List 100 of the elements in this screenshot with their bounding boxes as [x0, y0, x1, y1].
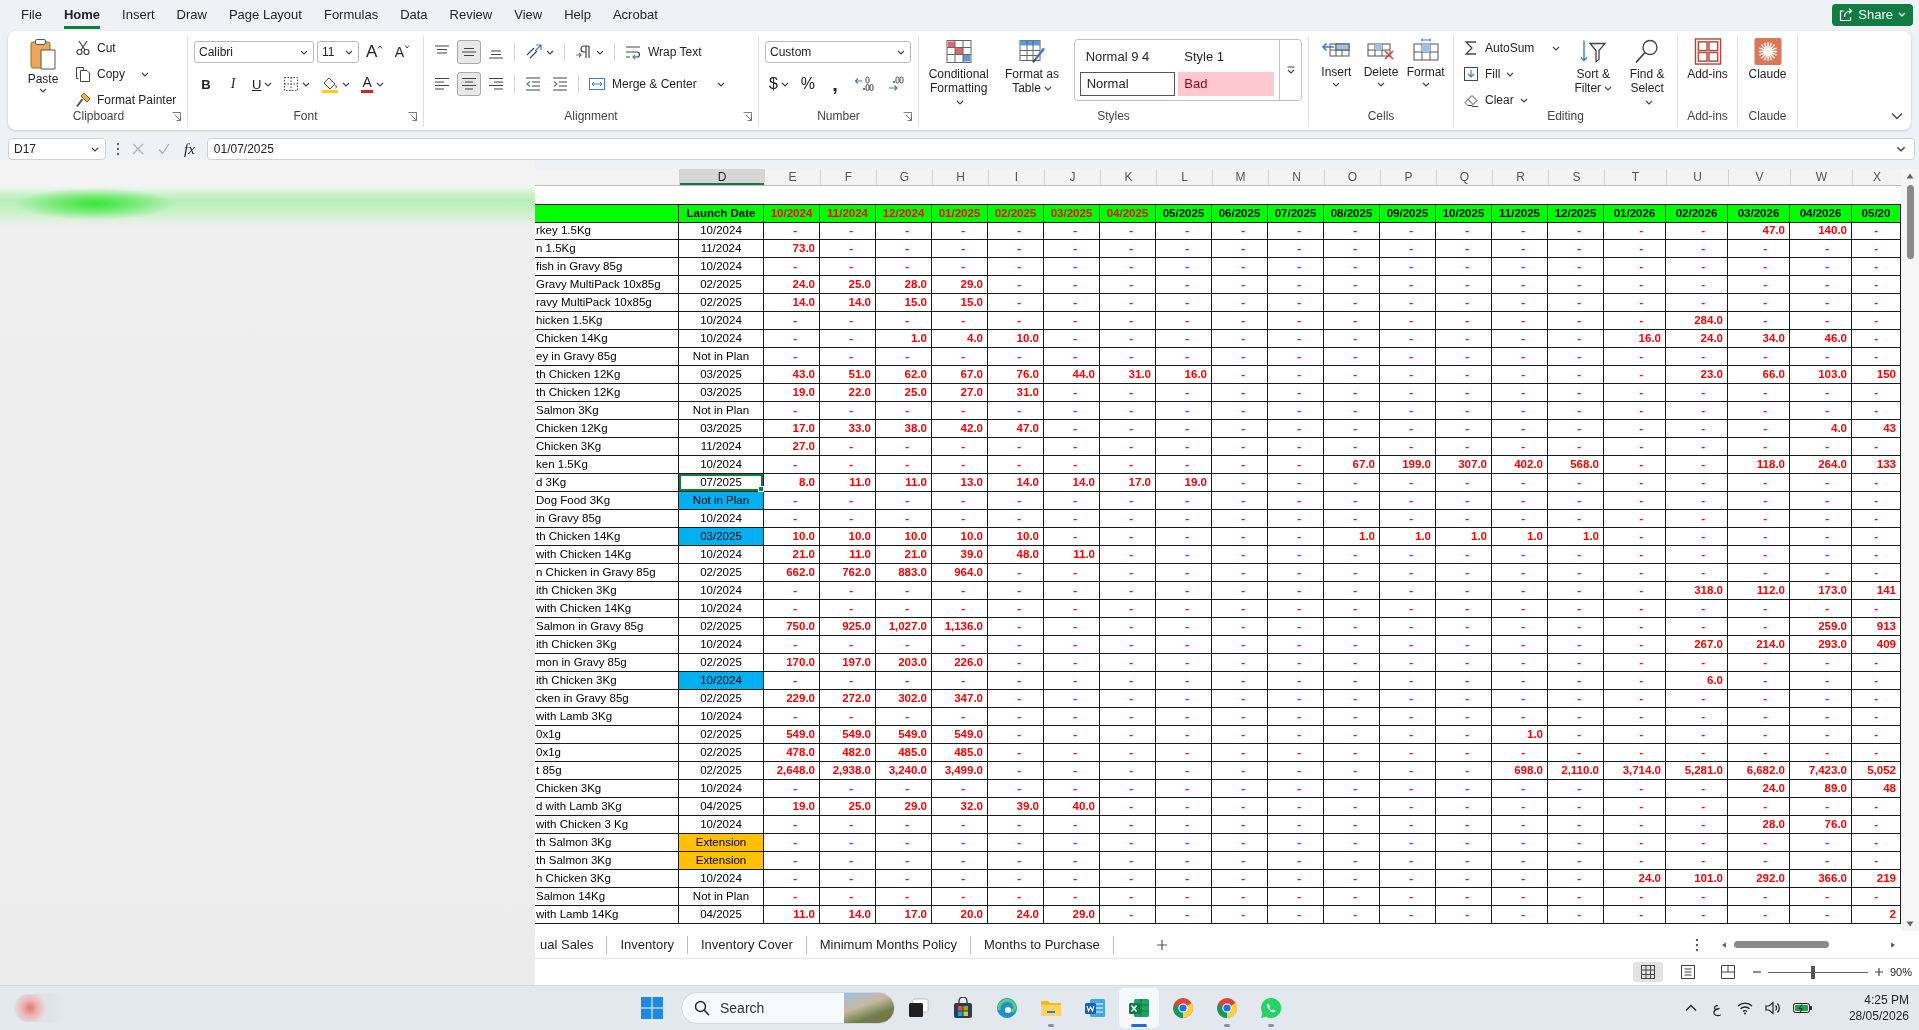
cut-button[interactable]: Cut — [72, 36, 180, 60]
sort-filter-button[interactable]: Sort & Filter — [1569, 36, 1618, 95]
battery-icon[interactable] — [1792, 1000, 1813, 1016]
vertical-dots-icon[interactable] — [1695, 937, 1699, 952]
font-size-field[interactable]: 11 — [317, 41, 359, 63]
column-header[interactable]: L — [1156, 169, 1212, 185]
column-header[interactable]: S — [1548, 169, 1604, 185]
sheet-tab[interactable]: Inventory Cover — [687, 935, 807, 954]
dialog-launcher-icon[interactable] — [903, 111, 912, 121]
format-as-table-button[interactable]: Format as Table — [998, 36, 1066, 95]
column-header[interactable]: T — [1604, 169, 1666, 185]
triangle-up-icon[interactable] — [1906, 173, 1914, 179]
column-header[interactable]: P — [1380, 169, 1436, 185]
name-box[interactable]: D17 — [8, 138, 106, 160]
plus-icon[interactable] — [1873, 967, 1884, 977]
column-header[interactable]: Q — [1436, 169, 1492, 185]
align-button[interactable] — [457, 40, 481, 64]
clear-button[interactable]: Clear — [1460, 88, 1564, 112]
merge-center-button[interactable]: Merge & Center — [585, 72, 728, 96]
cell-style-option[interactable]: Normal 9 4 — [1079, 44, 1176, 69]
wifi-icon[interactable] — [1736, 1000, 1753, 1016]
column-header[interactable]: H — [932, 169, 988, 185]
sheet-tab[interactable]: Inventory — [607, 935, 688, 954]
add-ins-button[interactable]: Add-ins — [1685, 36, 1730, 81]
column-header[interactable]: N — [1268, 169, 1324, 185]
scrollbar-thumb[interactable] — [1906, 185, 1914, 259]
clock-time[interactable]: 4:25 PM — [1864, 992, 1909, 1008]
vertical-scrollbar[interactable] — [1901, 169, 1919, 931]
shrink-font-button[interactable]: A — [390, 40, 415, 64]
fill-handle-icon[interactable] — [758, 486, 764, 492]
column-header[interactable]: M — [1212, 169, 1268, 185]
font-color-button[interactable]: A — [357, 72, 388, 96]
copy-button[interactable]: Copy — [72, 62, 180, 86]
menu-tab[interactable]: Acrobat — [612, 0, 658, 29]
claude-button[interactable]: Claude — [1746, 36, 1789, 81]
menu-tab[interactable]: Page Layout — [228, 0, 302, 29]
underline-button[interactable]: U — [248, 72, 277, 96]
column-header[interactable]: W — [1790, 169, 1852, 185]
bold-button[interactable]: B — [194, 72, 218, 96]
formula-field[interactable]: 01/07/2025 — [206, 138, 1915, 160]
chevron-up-icon[interactable] — [1684, 1002, 1697, 1014]
sheet-tab[interactable]: Minimum Months Policy — [806, 935, 971, 954]
grow-font-button[interactable]: A — [362, 40, 388, 64]
column-header[interactable]: O — [1324, 169, 1380, 185]
menu-tab[interactable]: Help — [564, 0, 591, 29]
triangle-left-icon[interactable] — [1720, 941, 1728, 948]
fill-button[interactable]: Fill — [1460, 62, 1564, 86]
find-select-button[interactable]: Find & Select — [1623, 36, 1671, 109]
sheet-tab[interactable]: Months to Purchase — [971, 935, 1114, 954]
column-header[interactable]: K — [1100, 169, 1156, 185]
slider-thumb[interactable] — [1810, 965, 1815, 979]
number-format-field[interactable]: Custom — [765, 41, 911, 63]
column-header[interactable]: V — [1728, 169, 1790, 185]
column-header[interactable]: R — [1492, 169, 1548, 185]
column-header[interactable]: G — [876, 169, 932, 185]
wrap-text-button[interactable]: Wrap Text — [621, 40, 705, 64]
clock-date[interactable]: 28/05/2026 — [1848, 1008, 1909, 1024]
italic-button[interactable]: I — [221, 72, 245, 96]
share-button[interactable]: Share — [1832, 3, 1913, 26]
menu-tab[interactable]: Draw — [176, 0, 207, 29]
input-language[interactable]: ع — [1712, 1000, 1721, 1016]
conditional-formatting-button[interactable]: Conditional Formatting — [925, 36, 993, 109]
column-header[interactable]: J — [1044, 169, 1100, 185]
paste-button[interactable]: Paste — [20, 36, 66, 93]
insert-function-button[interactable]: fx — [182, 140, 197, 158]
column-header[interactable]: I — [988, 169, 1044, 185]
dialog-launcher-icon[interactable] — [172, 111, 181, 121]
autosum-button[interactable]: AutoSum — [1460, 36, 1564, 60]
comma-style-button[interactable]: , — [822, 72, 847, 96]
menu-tab[interactable]: View — [514, 0, 543, 29]
dialog-launcher-icon[interactable] — [743, 111, 752, 121]
column-header[interactable]: D — [679, 169, 764, 185]
cell-style-option[interactable]: Style 1 — [1178, 44, 1274, 69]
sheet-tab[interactable]: ual Sales — [535, 935, 608, 954]
cells-button[interactable]: Format — [1404, 36, 1447, 87]
menu-tab[interactable]: Insert — [122, 0, 155, 29]
triangle-right-icon[interactable] — [1889, 941, 1897, 948]
menu-tab[interactable]: Data — [400, 0, 428, 29]
zoom-level[interactable]: 90% — [1889, 966, 1912, 978]
align-button[interactable] — [457, 72, 481, 96]
column-header[interactable]: F — [820, 169, 876, 185]
column-header[interactable]: E — [764, 169, 820, 185]
column-header[interactable]: U — [1666, 169, 1728, 185]
dialog-launcher-icon[interactable] — [408, 111, 417, 121]
menu-tab[interactable]: File — [21, 0, 42, 29]
cells-button[interactable]: Insert — [1315, 36, 1358, 87]
currency-button[interactable]: $ — [765, 72, 793, 96]
format-painter-button[interactable]: Format Painter — [72, 88, 180, 112]
menu-tab[interactable]: Review — [449, 0, 493, 29]
view-button[interactable] — [1632, 962, 1663, 982]
cell-style-option[interactable]: Bad — [1178, 71, 1274, 96]
cells-button[interactable]: Delete — [1359, 36, 1403, 87]
triangle-down-icon[interactable] — [1906, 921, 1914, 927]
cell-style-option[interactable]: Normal — [1079, 71, 1176, 96]
speaker-icon[interactable] — [1764, 1000, 1781, 1016]
font-name-field[interactable]: Calibri — [194, 41, 314, 63]
menu-tab[interactable]: Formulas — [323, 0, 379, 29]
percent-button[interactable]: % — [795, 72, 820, 96]
scrollbar-thumb[interactable] — [1734, 941, 1829, 948]
checkmark-icon[interactable] — [158, 143, 170, 155]
